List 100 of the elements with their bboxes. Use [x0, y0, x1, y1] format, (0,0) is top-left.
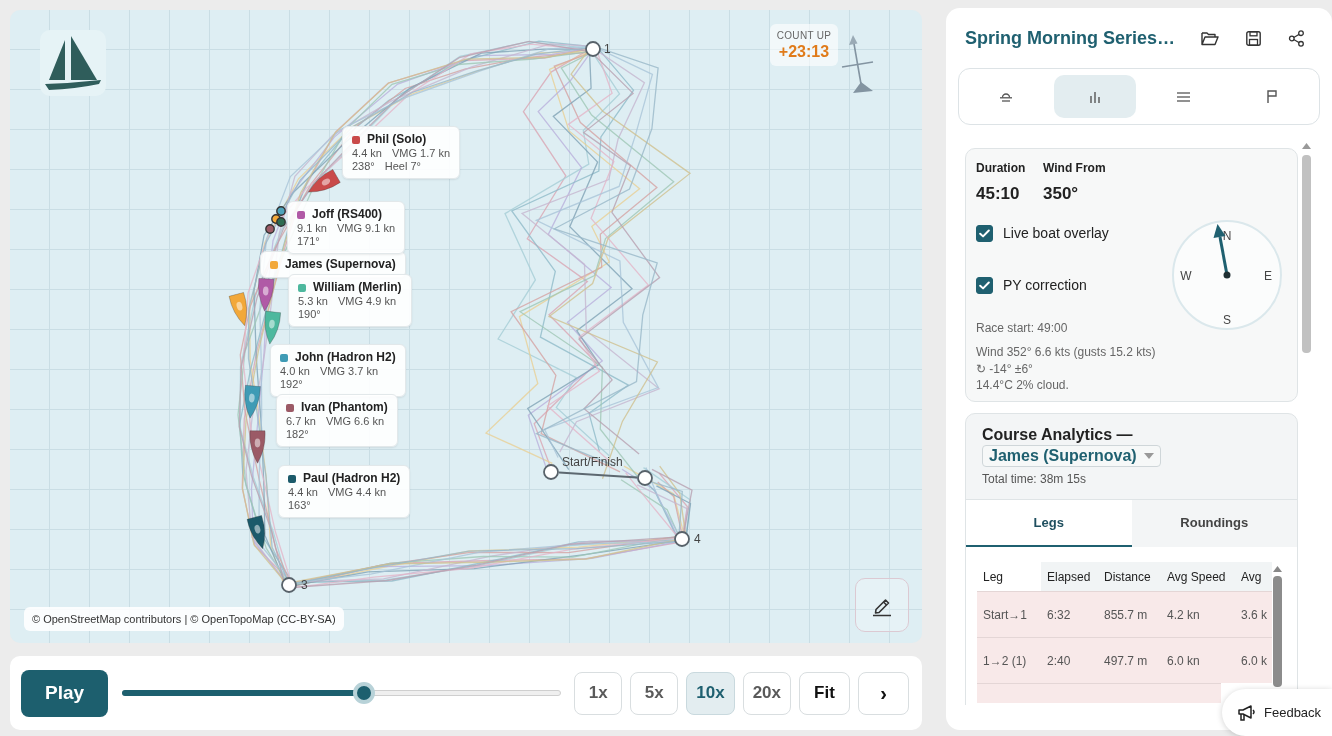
compass-label: E	[1264, 269, 1272, 283]
wind-arrow-icon	[840, 34, 876, 94]
sunrise-icon	[999, 91, 1014, 102]
stat-label: Duration	[976, 160, 1027, 176]
position-dot-icon	[276, 217, 286, 227]
speed-button[interactable]: 20x	[742, 671, 791, 715]
flag-icon	[1266, 90, 1277, 103]
course-mark-icon	[281, 577, 297, 593]
total-time-text: Total time: 38m 15s	[982, 471, 1087, 487]
boat-name: Phil (Solo)	[367, 132, 427, 147]
table-cell-text: 6.0 kn	[1166, 653, 1201, 668]
course-mark-icon	[585, 41, 601, 57]
boat-name: William (Merlin)	[313, 280, 402, 295]
weather-text: 14.4°C 2% cloud.	[976, 377, 1070, 394]
play-button[interactable]: Play	[21, 669, 108, 717]
boat-name: Ivan (Phantom)	[301, 400, 388, 415]
sailboat-logo	[40, 30, 106, 96]
scroll-up-arrow-icon[interactable]	[1273, 566, 1282, 572]
scroll-up-arrow-icon[interactable]	[1302, 143, 1311, 149]
boat-name: Paul (Hadron H2)	[303, 471, 401, 486]
stat-label: Wind From	[1043, 160, 1106, 176]
checkmark-icon	[979, 228, 990, 238]
checkbox[interactable]	[976, 224, 993, 242]
compass-label: N	[1222, 229, 1232, 243]
slider-thumb[interactable]	[352, 682, 375, 704]
column-header: Distance	[1098, 562, 1161, 591]
position-dot-icon	[276, 206, 286, 216]
boat-heading: 192°	[280, 378, 303, 391]
boat-speed: 4.0 kn	[280, 365, 310, 378]
boat-speed: 6.7 kn	[286, 415, 316, 428]
boat-vmg: VMG 1.7 kn	[391, 147, 451, 160]
megaphone-icon	[1238, 704, 1256, 721]
analytics-tab[interactable]: Legs	[966, 500, 1132, 547]
table-cell-text: 6.0 k	[1240, 653, 1268, 668]
timer-value: +23:13	[778, 41, 830, 61]
draw-button[interactable]	[855, 578, 909, 632]
mark-label: 1	[604, 41, 611, 57]
fit-button[interactable]: Fit	[799, 671, 850, 715]
table-cell-text: 3.6 k	[1240, 607, 1268, 622]
boat-heading: 171°	[297, 235, 320, 248]
table-cell-text: 1→2 (1)	[982, 653, 1028, 668]
list-icon	[1176, 91, 1190, 102]
bar-chart-icon	[1088, 90, 1101, 103]
boat-marker-icon	[248, 430, 266, 464]
boat-marker-icon	[255, 277, 275, 313]
course-mark-icon	[674, 531, 690, 547]
boat-vmg: VMG 3.7 kn	[319, 365, 379, 378]
stat-value: 45:10	[976, 184, 1021, 204]
folder-icon	[1201, 30, 1219, 46]
table-row[interactable]: 1→2 (1) 2:40 497.7 m 6.0 kn 6.0 k	[977, 637, 1272, 683]
save-icon	[1245, 30, 1261, 46]
speed-button[interactable]: 5x	[630, 671, 679, 715]
boat-vmg: VMG 9.1 kn	[336, 222, 396, 235]
boat-vmg: VMG 4.4 kn	[327, 486, 387, 499]
checkbox-label: Live boat overlay	[1003, 225, 1109, 241]
column-header: Avg Speed	[1161, 562, 1235, 591]
table-cell-text: Start→1	[982, 607, 1028, 622]
boat-name: James (Supernova)	[285, 257, 396, 272]
racer-dropdown[interactable]: James (Supernova)	[982, 445, 1161, 467]
stat-value: 350°	[1043, 184, 1080, 204]
boat-heading: 163°	[288, 499, 311, 512]
boat-marker-icon	[241, 384, 261, 420]
timer-label: COUNT UP	[776, 29, 832, 42]
compass-label: S	[1223, 313, 1231, 327]
boat-vmg: VMG 4.9 kn	[337, 295, 397, 308]
compass-label: W	[1180, 269, 1192, 283]
position-dot-icon	[265, 224, 275, 234]
feedback-button[interactable]: Feedback	[1222, 689, 1332, 736]
map-attribution: © OpenStreetMap contributors | © OpenTopoMap (CC-BY-SA)	[24, 607, 344, 631]
boat-heel: Heel 7°	[384, 160, 421, 173]
next-button[interactable]: ›	[858, 671, 909, 715]
boat-name: Joff (RS400)	[312, 207, 382, 222]
table-cell-text: 4.2 kn	[1166, 607, 1201, 622]
column-header: Avg	[1235, 562, 1272, 591]
wind-needle-icon	[1213, 224, 1231, 279]
boat-heading: 190°	[298, 308, 321, 321]
boat-speed: 4.4 kn	[352, 147, 382, 160]
playback-slider[interactable]	[122, 682, 562, 704]
race-title: Spring Morning Series…	[965, 27, 1176, 49]
checkbox-label: PY correction	[1003, 277, 1087, 293]
boat-heading: 238°	[352, 160, 375, 173]
analytics-title: Course Analytics —	[982, 425, 1133, 445]
mark-label: 4	[694, 531, 701, 547]
checkmark-icon	[979, 280, 990, 290]
weather-text: Wind 352° 6.6 kts (gusts 15.2 kts) ↻ -14° ±6°	[976, 344, 1157, 377]
table-row[interactable]: Start→1 6:32 855.7 m 4.2 kn 3.6 k	[977, 591, 1272, 637]
scrollbar-thumb[interactable]	[1302, 155, 1311, 353]
boat-speed: 4.4 kn	[288, 486, 318, 499]
course-mark-icon	[637, 470, 653, 486]
checkbox[interactable]	[976, 276, 993, 294]
speed-button[interactable]: 10x	[686, 671, 735, 715]
boat-speed: 9.1 kn	[297, 222, 327, 235]
boat-vmg: VMG 6.6 kn	[325, 415, 385, 428]
share-icon	[1287, 29, 1305, 47]
boat-heading: 182°	[286, 428, 309, 441]
speed-button[interactable]: 1x	[574, 671, 623, 715]
mark-label: 3	[301, 577, 308, 593]
table-cell-text: 497.7 m	[1103, 653, 1149, 668]
caret-icon	[1143, 453, 1154, 459]
column-header: Elapsed	[1041, 562, 1098, 591]
